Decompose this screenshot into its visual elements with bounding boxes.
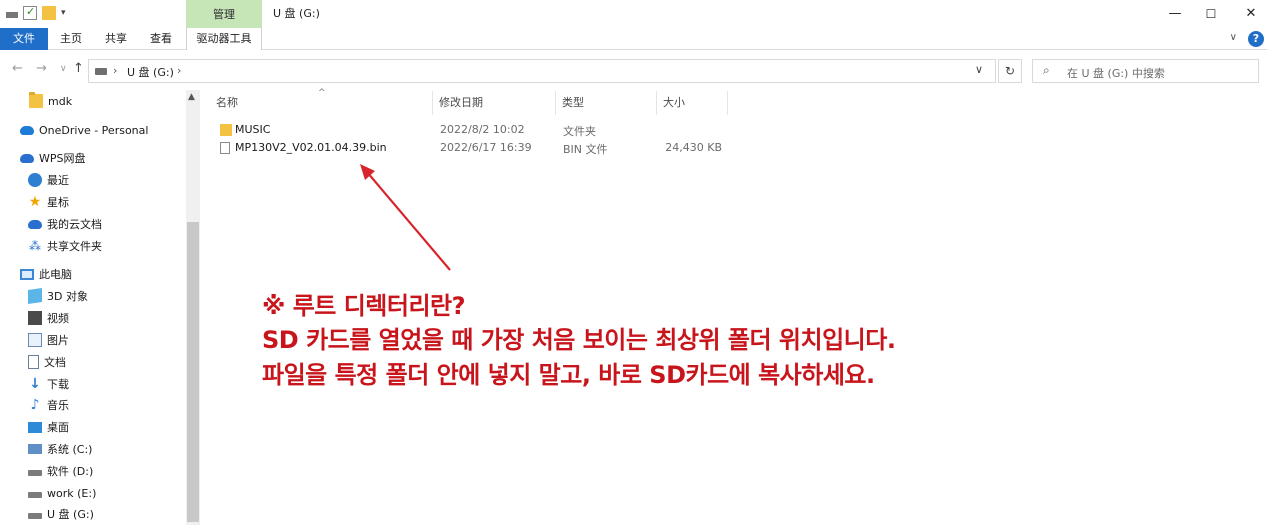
annotation-line-1: ※ 루트 디렉터리란? bbox=[262, 292, 466, 320]
annotation-arrow bbox=[360, 164, 451, 271]
annotation-arrow-line bbox=[366, 171, 451, 271]
annotation-line-3: 파일을 특정 폴더 안에 넣지 말고, 바로 SD카드에 복사하세요. bbox=[262, 361, 875, 389]
annotation-line-2: SD 카드를 열었을 때 가장 처음 보이는 최상위 폴더 위치입니다. bbox=[262, 326, 896, 354]
